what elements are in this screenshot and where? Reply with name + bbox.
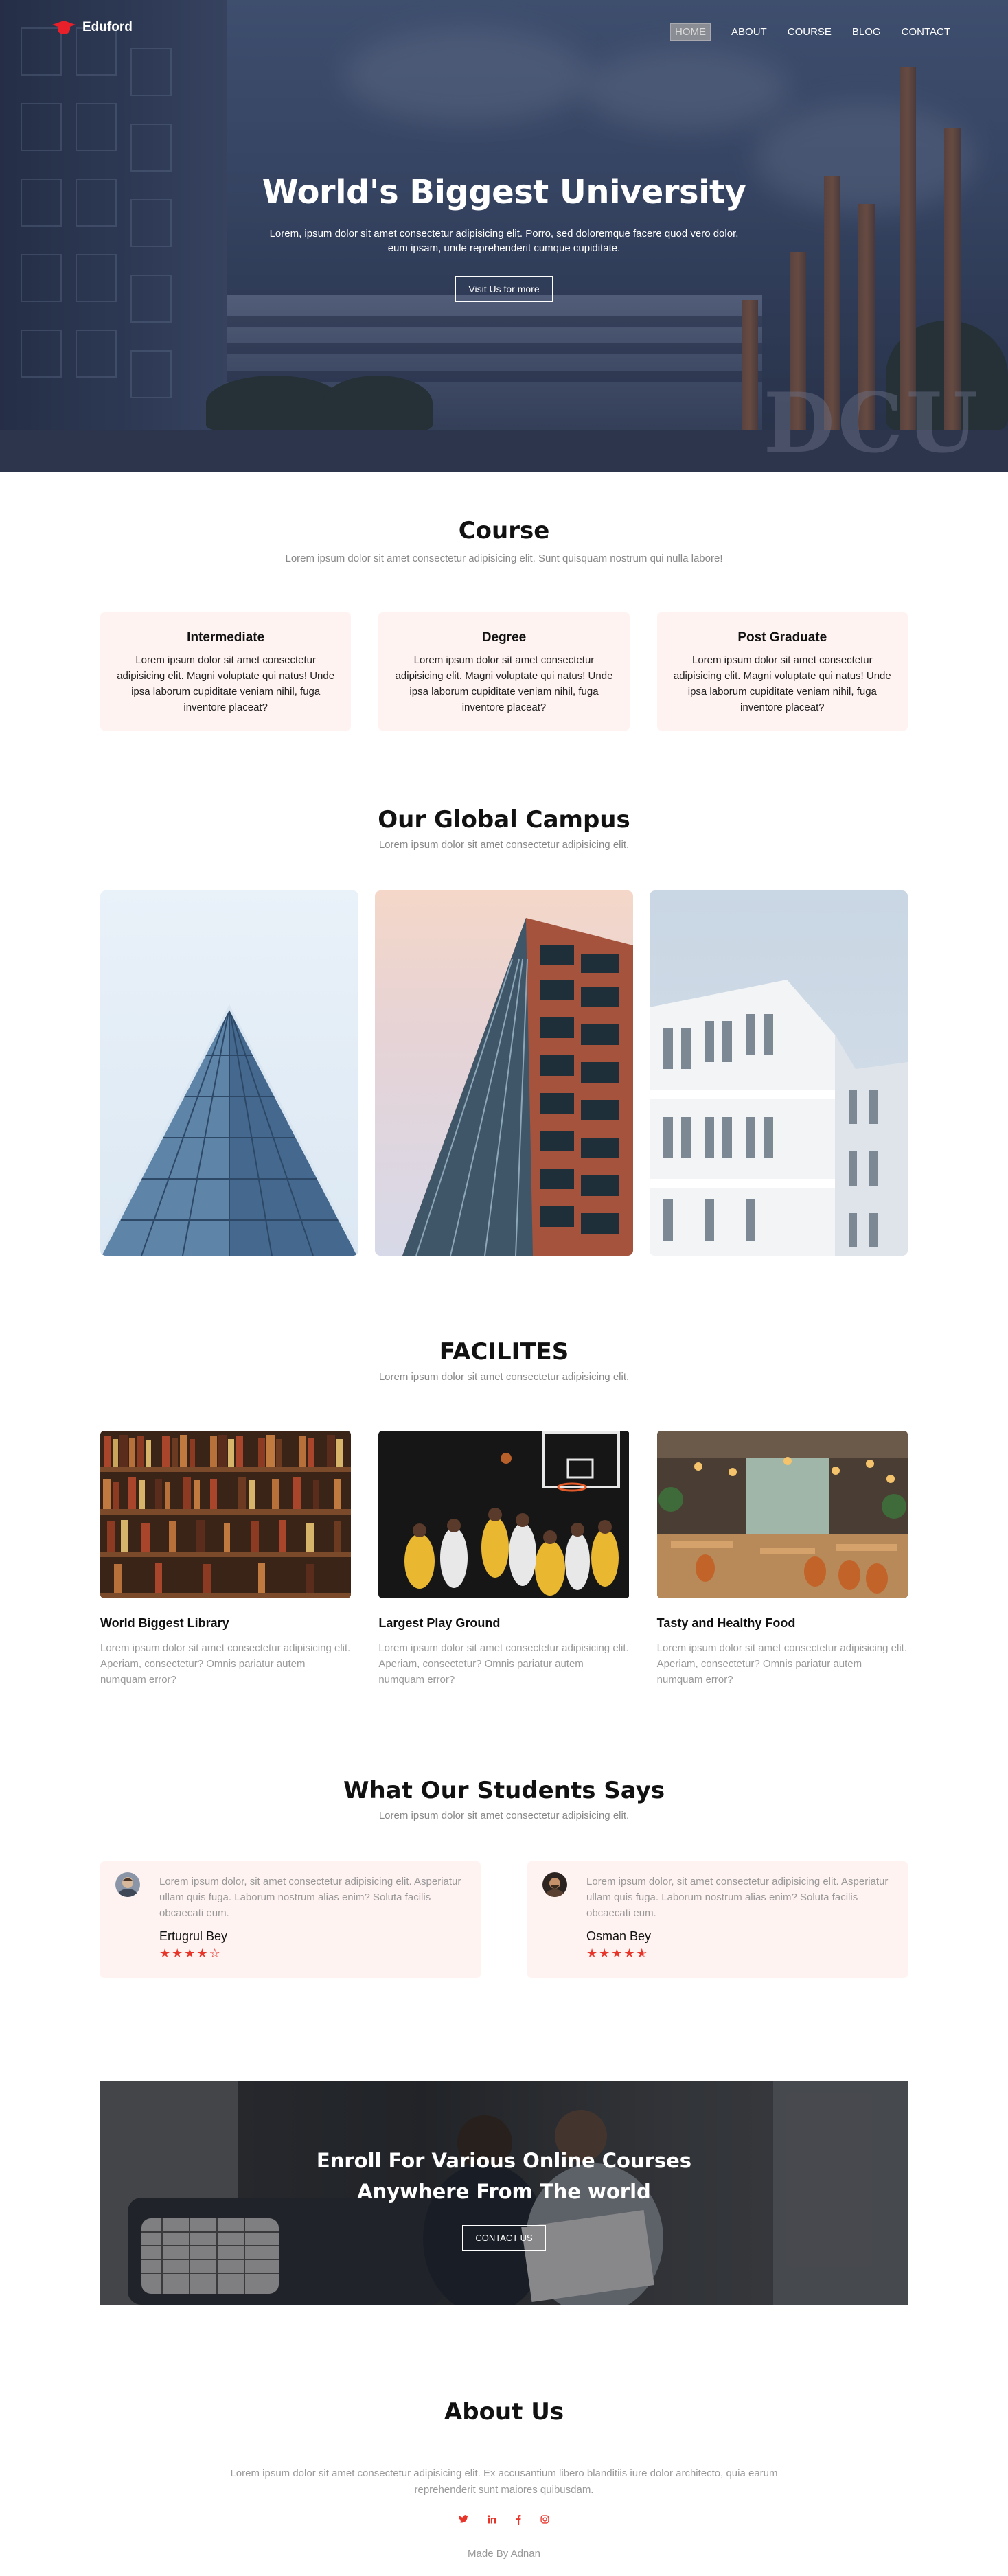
facility-title: Largest Play Ground (378, 1616, 501, 1630)
linkedin-icon[interactable] (488, 2515, 496, 2527)
enroll-heading-line2: Anywhere From The world (357, 2180, 651, 2203)
testimonial-grid: Lorem ipsum dolor, sit amet consectetur … (100, 1861, 908, 1978)
course-card-intermediate[interactable]: Intermediate Lorem ipsum dolor sit amet … (100, 612, 352, 731)
cafeteria-image (656, 1431, 908, 1598)
facility-card-food[interactable]: Tasty and Healthy Food Lorem ipsum dolor… (656, 1431, 908, 1688)
about-title: About Us (444, 2398, 564, 2426)
star-empty-icon: ☆ (209, 1946, 222, 1961)
campus-section: Our Global Campus Lorem ipsum dolor sit … (0, 731, 1008, 1256)
nav-contact[interactable]: CONTACT (902, 24, 950, 40)
course-card-degree[interactable]: Degree Lorem ipsum dolor sit amet consec… (378, 612, 630, 731)
hero-content: World's Biggest University Lorem, ipsum … (0, 173, 1008, 302)
star-full-icon: ★ (623, 1946, 637, 1961)
avatar (542, 1872, 567, 1897)
testimonial-author: Osman Bey (586, 1929, 652, 1943)
facilities-subtitle: Lorem ipsum dolor sit amet consectetur a… (378, 1371, 630, 1383)
twitter-icon[interactable] (459, 2515, 468, 2527)
testimonial-card: Lorem ipsum dolor, sit amet consectetur … (527, 1861, 908, 1978)
facility-card-library[interactable]: World Biggest Library Lorem ipsum dolor … (100, 1431, 351, 1688)
top-nav: Eduford HOME ABOUT COURSE BLOG CONTACT (0, 0, 1008, 62)
nav-menu: HOME ABOUT COURSE BLOG CONTACT (650, 23, 950, 41)
facility-card-playground[interactable]: Largest Play Ground Lorem ipsum dolor si… (378, 1431, 630, 1688)
campus-title: Our Global Campus (378, 806, 630, 833)
about-text: Lorem ipsum dolor sit amet consectetur a… (230, 2468, 778, 2496)
graduation-cap-icon (52, 19, 76, 36)
star-half-icon: ★☆ (636, 1946, 649, 1961)
logo[interactable]: Eduford (52, 19, 133, 36)
testimonials-subtitle: Lorem ipsum dolor sit amet consectetur a… (378, 1810, 630, 1821)
facility-text: Lorem ipsum dolor sit amet consectetur a… (656, 1642, 907, 1686)
course-cards: Intermediate Lorem ipsum dolor sit amet … (100, 612, 908, 731)
facility-title: World Biggest Library (100, 1616, 229, 1630)
facility-text: Lorem ipsum dolor sit amet consectetur a… (378, 1642, 629, 1686)
enroll-content: Enroll For Various Online Courses Anywhe… (100, 2146, 908, 2251)
course-card-title: Intermediate (187, 630, 265, 645)
brand-name: Eduford (82, 20, 133, 34)
course-card-text: Lorem ipsum dolor sit amet consectetur a… (395, 654, 613, 713)
social-links (0, 2515, 1008, 2527)
course-card-text: Lorem ipsum dolor sit amet consectetur a… (117, 654, 335, 713)
course-section: Course Lorem ipsum dolor sit amet consec… (0, 472, 1008, 731)
instagram-icon[interactable] (540, 2515, 549, 2527)
course-card-post-graduate[interactable]: Post Graduate Lorem ipsum dolor sit amet… (656, 612, 908, 731)
tower-building-illustration (402, 918, 633, 1256)
enroll-banner: Enroll For Various Online Courses Anywhe… (100, 2081, 908, 2305)
nav-home[interactable]: HOME (670, 23, 711, 41)
testimonial-text: Lorem ipsum dolor, sit amet consectetur … (586, 1876, 889, 1919)
course-card-title: Post Graduate (737, 630, 827, 645)
star-full-icon: ★ (159, 1946, 172, 1961)
star-rating: ★★★★★☆ (586, 1946, 893, 1961)
campus-gallery (100, 890, 908, 1256)
playground-image (378, 1431, 630, 1598)
about-section: About Us Lorem ipsum dolor sit amet cons… (0, 2305, 1008, 2576)
star-rating: ★★★★☆ (159, 1946, 466, 1961)
visit-us-button[interactable]: Visit Us for more (455, 276, 553, 302)
nav-about[interactable]: ABOUT (731, 24, 767, 40)
star-full-icon: ★ (611, 1946, 624, 1961)
campus-image-tower[interactable] (375, 890, 633, 1256)
avatar (115, 1872, 140, 1897)
star-full-icon: ★ (184, 1946, 197, 1961)
white-building-illustration (650, 980, 908, 1256)
testimonial-text: Lorem ipsum dolor, sit amet consectetur … (159, 1876, 461, 1919)
star-full-icon: ★ (599, 1946, 612, 1961)
testimonial-author: Ertugrul Bey (159, 1929, 228, 1943)
hero-banner: DCU Eduford HOME ABOUT COURSE BLOG CONTA… (0, 0, 1008, 472)
testimonials-section: What Our Students Says Lorem ipsum dolor… (0, 1688, 1008, 1978)
hero-title: World's Biggest University (262, 173, 746, 211)
facilities-section: FACILITES Lorem ipsum dolor sit amet con… (0, 1256, 1008, 1688)
made-by-credit: Made By Adnan (468, 2548, 540, 2560)
star-full-icon: ★ (172, 1946, 185, 1961)
enroll-heading-line1: Enroll For Various Online Courses (316, 2149, 692, 2172)
star-full-icon: ★ (586, 1946, 599, 1961)
campus-image-glass-pyramid[interactable] (100, 890, 358, 1256)
campus-subtitle: Lorem ipsum dolor sit amet consectetur a… (378, 839, 630, 851)
contact-us-button[interactable]: CONTACT US (462, 2225, 546, 2251)
facebook-icon[interactable] (516, 2515, 521, 2527)
facilities-grid: World Biggest Library Lorem ipsum dolor … (100, 1431, 908, 1688)
enroll-heading: Enroll For Various Online Courses Anywhe… (100, 2146, 908, 2207)
course-title: Course (458, 517, 550, 544)
library-image (100, 1431, 351, 1598)
course-card-text: Lorem ipsum dolor sit amet consectetur a… (673, 654, 891, 713)
testimonial-card: Lorem ipsum dolor, sit amet consectetur … (100, 1861, 481, 1978)
course-subtitle: Lorem ipsum dolor sit amet consectetur a… (285, 553, 723, 564)
course-card-title: Degree (481, 630, 527, 645)
testimonials-title: What Our Students Says (343, 1777, 665, 1804)
hero-text: Lorem, ipsum dolor sit amet consectetur … (269, 228, 739, 254)
nav-course[interactable]: COURSE (788, 24, 832, 40)
facilities-title: FACILITES (439, 1338, 569, 1366)
campus-image-white-building[interactable] (650, 890, 908, 1256)
star-full-icon: ★ (196, 1946, 209, 1961)
facility-text: Lorem ipsum dolor sit amet consectetur a… (100, 1642, 351, 1686)
nav-blog[interactable]: BLOG (852, 24, 881, 40)
facility-title: Tasty and Healthy Food (656, 1616, 796, 1630)
glass-building-illustration (100, 1004, 358, 1256)
